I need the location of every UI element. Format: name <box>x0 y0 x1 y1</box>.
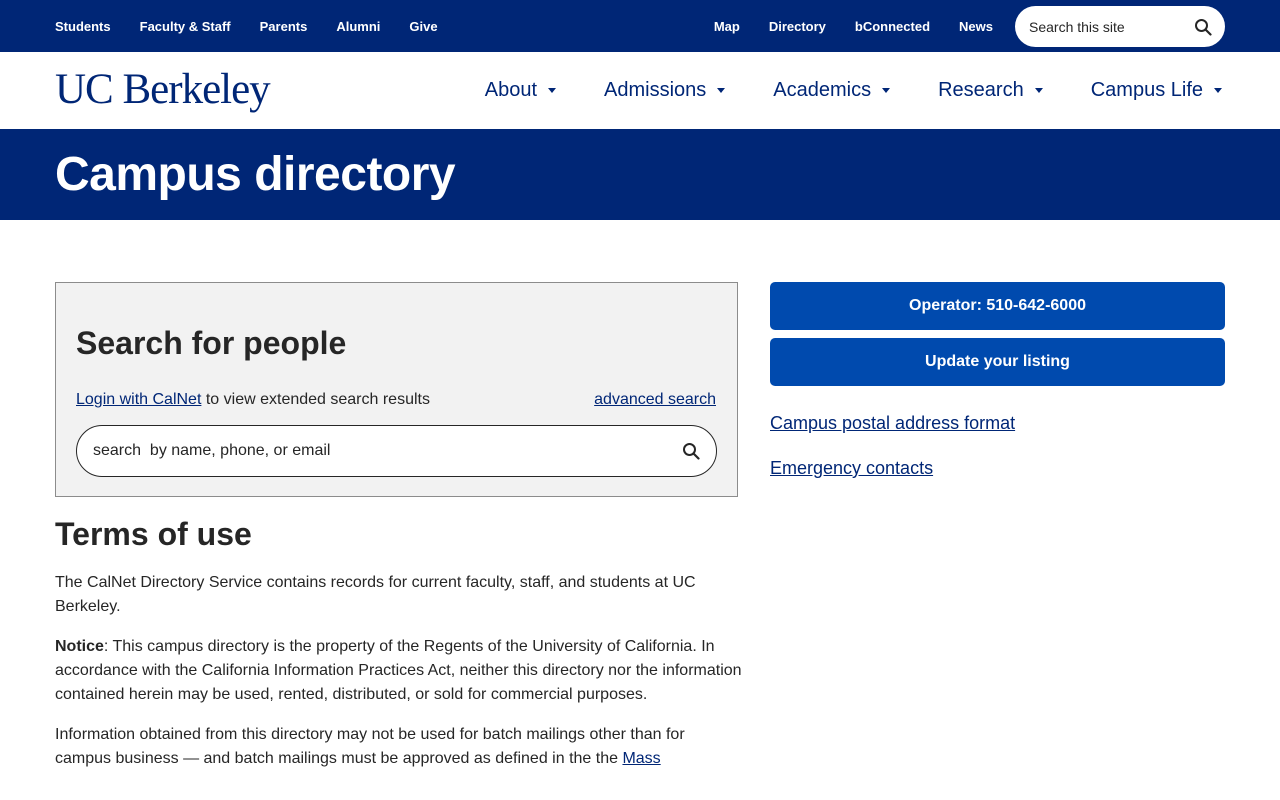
caret-down-icon <box>547 85 559 97</box>
terms-heading: Terms of use <box>55 516 252 552</box>
audience-link-alumni[interactable]: Alumni <box>336 19 380 34</box>
page-title: Campus directory <box>55 148 456 201</box>
utility-link-directory[interactable]: Directory <box>769 19 826 34</box>
audience-link-faculty-staff[interactable]: Faculty & Staff <box>140 19 231 34</box>
people-search-heading: Search for people <box>76 325 347 361</box>
audience-link-give[interactable]: Give <box>409 19 437 34</box>
utility-bar: Students Faculty & Staff Parents Alumni … <box>0 0 1280 52</box>
search-icon[interactable] <box>1193 17 1213 37</box>
nav-item-admissions[interactable]: Admissions <box>604 79 728 102</box>
batch-mailing-paragraph: Information obtained from this directory… <box>55 723 745 771</box>
nav-item-about[interactable]: About <box>485 79 559 102</box>
terms-body: The CalNet Directory Service contains re… <box>55 571 745 787</box>
caret-down-icon <box>716 85 728 97</box>
advanced-search-link[interactable]: advanced search <box>594 391 716 409</box>
update-listing-button[interactable]: Update your listing <box>770 338 1225 386</box>
terms-paragraph: The CalNet Directory Service contains re… <box>55 574 696 615</box>
people-search-field <box>76 425 717 477</box>
utility-links: Map Directory bConnected News <box>685 0 993 52</box>
batch-mailing-text: Information obtained from this directory… <box>55 726 685 767</box>
caret-down-icon <box>1034 85 1046 97</box>
page-hero: Campus directory <box>0 129 1280 220</box>
people-search-panel: Search for people Login with CalNet to v… <box>55 282 738 497</box>
nav-item-research[interactable]: Research <box>938 79 1046 102</box>
nav-item-label: Admissions <box>604 79 707 101</box>
notice-label: Notice <box>55 638 104 655</box>
main-header: UC Berkeley About Admissions Academics R… <box>0 52 1280 129</box>
people-search-input[interactable] <box>93 442 680 460</box>
calnet-login-suffix: to view extended search results <box>201 391 430 408</box>
nav-item-label: About <box>484 79 538 101</box>
audience-link-parents[interactable]: Parents <box>260 19 308 34</box>
postal-address-link[interactable]: Campus postal address format <box>770 413 1015 434</box>
utility-link-bconnected[interactable]: bConnected <box>855 19 930 34</box>
nav-item-label: Research <box>938 79 1024 101</box>
site-search <box>1015 6 1225 47</box>
nav-item-campus-life[interactable]: Campus Life <box>1091 79 1225 102</box>
utility-link-news[interactable]: News <box>959 19 993 34</box>
uc-berkeley-logo[interactable]: UC Berkeley <box>55 64 271 116</box>
audience-nav: Students Faculty & Staff Parents Alumni … <box>55 0 467 52</box>
site-search-input[interactable] <box>1029 18 1193 35</box>
mass-mailing-link[interactable]: Mass <box>622 750 660 767</box>
calnet-login-note: Login with CalNet to view extended searc… <box>76 391 430 409</box>
emergency-contacts-link[interactable]: Emergency contacts <box>770 458 933 479</box>
nav-item-label: Academics <box>773 79 872 101</box>
notice-text: : This campus directory is the property … <box>55 638 742 703</box>
caret-down-icon <box>1213 85 1225 97</box>
main-nav: About Admissions Academics Research Camp… <box>440 52 1225 129</box>
nav-item-label: Campus Life <box>1090 79 1203 101</box>
operator-button[interactable]: Operator: 510-642-6000 <box>770 282 1225 330</box>
caret-down-icon <box>881 85 893 97</box>
calnet-login-link[interactable]: Login with CalNet <box>76 391 201 408</box>
search-icon[interactable] <box>680 440 702 462</box>
utility-link-map[interactable]: Map <box>714 19 740 34</box>
audience-link-students[interactable]: Students <box>55 19 111 34</box>
notice-paragraph: Notice: This campus directory is the pro… <box>55 635 745 707</box>
nav-item-academics[interactable]: Academics <box>773 79 893 102</box>
